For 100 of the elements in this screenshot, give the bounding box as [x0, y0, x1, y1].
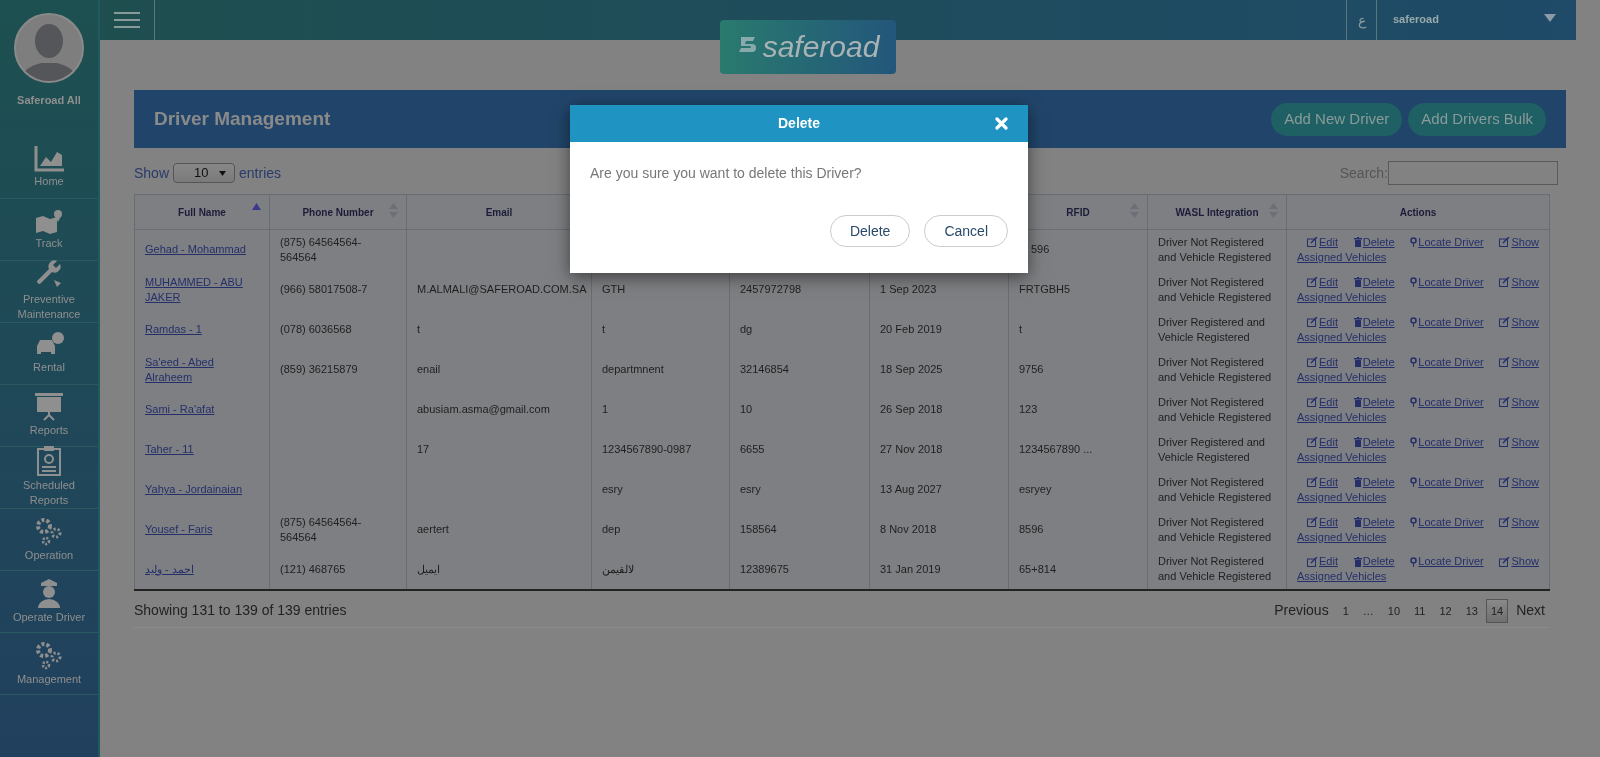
- nav-item[interactable]: Preventive Maintenance: [0, 260, 98, 323]
- action-link[interactable]: Delete: [1353, 274, 1395, 290]
- entries-label: entries: [239, 163, 282, 183]
- account-dropdown[interactable]: saferoad: [1376, 0, 1576, 40]
- search-field[interactable]: [1388, 161, 1558, 185]
- table-cell: 8596: [1019, 523, 1044, 535]
- action-link[interactable]: Delete: [1353, 314, 1395, 330]
- trash-icon: [1353, 237, 1362, 248]
- next-link[interactable]: Next: [1516, 600, 1545, 622]
- action-link[interactable]: Assigned Vehicles: [1297, 489, 1387, 505]
- driver-name-link[interactable]: احمد - وليد: [145, 561, 259, 577]
- page-link[interactable]: 13: [1459, 598, 1484, 623]
- action-link[interactable]: Edit: [1307, 354, 1338, 370]
- table-cell: 1234567890-0987: [602, 443, 692, 455]
- add-button[interactable]: Add New Driver: [1271, 102, 1403, 136]
- action-link[interactable]: Show: [1499, 274, 1539, 290]
- nav-item[interactable]: Operation: [0, 508, 98, 571]
- nav-item[interactable]: Track: [0, 198, 98, 261]
- edit-icon: [1499, 437, 1511, 447]
- table-cell: Driver Not Registered and Vehicle Registered: [1158, 555, 1272, 582]
- page-link[interactable]: 12: [1433, 598, 1458, 623]
- action-link[interactable]: Locate Driver: [1410, 474, 1484, 490]
- menu-icon: [114, 12, 140, 28]
- table-cell: dep: [602, 523, 621, 535]
- action-link[interactable]: Delete: [1353, 434, 1395, 450]
- action-link[interactable]: Edit: [1307, 274, 1338, 290]
- action-link[interactable]: Assigned Vehicles: [1297, 369, 1387, 385]
- page-size-select[interactable]: 10: [173, 163, 236, 183]
- action-link[interactable]: Edit: [1307, 514, 1338, 530]
- column-header[interactable]: Actions: [1286, 194, 1550, 230]
- dialog-button[interactable]: Cancel: [924, 215, 1008, 247]
- action-link[interactable]: Show: [1499, 514, 1539, 530]
- action-link[interactable]: Assigned Vehicles: [1297, 289, 1387, 305]
- action-link[interactable]: Locate Driver: [1410, 354, 1484, 370]
- nav-item[interactable]: Home: [0, 136, 98, 199]
- driver-name-link[interactable]: Taher - 11: [145, 442, 259, 457]
- action-link[interactable]: Show: [1499, 554, 1539, 569]
- page-link[interactable]: 10: [1381, 598, 1407, 623]
- action-link[interactable]: Delete: [1353, 394, 1395, 410]
- nav-item[interactable]: Scheduled Reports: [0, 446, 98, 509]
- edit-icon: [1307, 237, 1318, 248]
- language-button[interactable]: ع: [1346, 0, 1376, 40]
- dialog-message: Are you sure you want to delete this Driver?: [590, 164, 863, 183]
- driver-name-link[interactable]: MUHAMMED - ABU JAKER: [145, 274, 259, 305]
- page-link[interactable]: 1: [1336, 598, 1355, 623]
- map-pin-icon: [1410, 277, 1418, 287]
- action-link[interactable]: Locate Driver: [1410, 394, 1484, 410]
- previous-link[interactable]: Previous: [1274, 600, 1329, 622]
- action-link[interactable]: Locate Driver: [1410, 514, 1484, 530]
- driver-name-link[interactable]: Ramdas - 1: [145, 322, 259, 337]
- add-button[interactable]: Add Drivers Bulk: [1408, 102, 1546, 136]
- action-link[interactable]: Show: [1499, 434, 1539, 450]
- close-icon[interactable]: [995, 117, 1008, 130]
- action-link[interactable]: Assigned Vehicles: [1297, 449, 1387, 465]
- edit-icon: [1499, 237, 1511, 248]
- action-link[interactable]: Delete: [1353, 234, 1395, 250]
- table-cell: 1 Sep 2023: [880, 283, 937, 295]
- table-cell: (966) 58017508-7: [280, 283, 368, 295]
- action-link[interactable]: Show: [1499, 234, 1539, 250]
- page-link[interactable]: 11: [1408, 598, 1432, 623]
- action-link[interactable]: Edit: [1307, 314, 1338, 330]
- action-link[interactable]: Locate Driver: [1410, 234, 1484, 250]
- table-cell: enail: [417, 363, 441, 375]
- action-link[interactable]: Edit: [1307, 234, 1338, 250]
- action-link[interactable]: Show: [1499, 354, 1539, 370]
- driver-name-link[interactable]: Yahya - Jordainaian: [145, 482, 259, 497]
- action-link[interactable]: Edit: [1307, 474, 1338, 490]
- column-header[interactable]: Full Name: [134, 194, 270, 230]
- action-link[interactable]: Locate Driver: [1410, 274, 1484, 290]
- action-link[interactable]: Delete: [1353, 354, 1395, 370]
- column-header[interactable]: Phone Number: [269, 194, 407, 230]
- nav-item[interactable]: Rental: [0, 322, 98, 385]
- nav-item[interactable]: Operate Driver: [0, 570, 98, 633]
- action-link[interactable]: Locate Driver: [1410, 314, 1484, 330]
- action-link[interactable]: Assigned Vehicles: [1297, 569, 1387, 584]
- dialog-button[interactable]: Delete: [829, 215, 911, 247]
- action-link[interactable]: Delete: [1353, 474, 1395, 490]
- page-link[interactable]: …: [1356, 598, 1380, 623]
- action-link[interactable]: Assigned Vehicles: [1297, 249, 1387, 265]
- action-link[interactable]: Assigned Vehicles: [1297, 409, 1387, 425]
- driver-name-link[interactable]: Gehad - Mohammad: [145, 242, 259, 258]
- action-link[interactable]: Locate Driver: [1410, 434, 1484, 450]
- action-link[interactable]: Assigned Vehicles: [1297, 529, 1387, 545]
- action-link[interactable]: Show: [1499, 474, 1539, 490]
- action-link[interactable]: Assigned Vehicles: [1297, 329, 1387, 345]
- action-link[interactable]: Show: [1499, 394, 1539, 410]
- action-link[interactable]: Edit: [1307, 394, 1338, 410]
- driver-name-link[interactable]: Sa'eed - Abed Alraheem: [145, 354, 259, 385]
- action-link[interactable]: Delete: [1353, 554, 1395, 569]
- page-link[interactable]: 14: [1485, 598, 1509, 623]
- action-link[interactable]: Edit: [1307, 554, 1338, 569]
- nav-item[interactable]: Reports: [0, 384, 98, 447]
- action-link[interactable]: Show: [1499, 314, 1539, 330]
- action-link[interactable]: Locate Driver: [1410, 554, 1484, 569]
- nav-item[interactable]: Management: [0, 632, 98, 695]
- column-header[interactable]: WASL Integration: [1147, 194, 1287, 230]
- action-link[interactable]: Delete: [1353, 514, 1395, 530]
- driver-name-link[interactable]: Yousef - Faris: [145, 522, 259, 537]
- action-link[interactable]: Edit: [1307, 434, 1338, 450]
- driver-name-link[interactable]: Sami - Ra'afat: [145, 402, 259, 417]
